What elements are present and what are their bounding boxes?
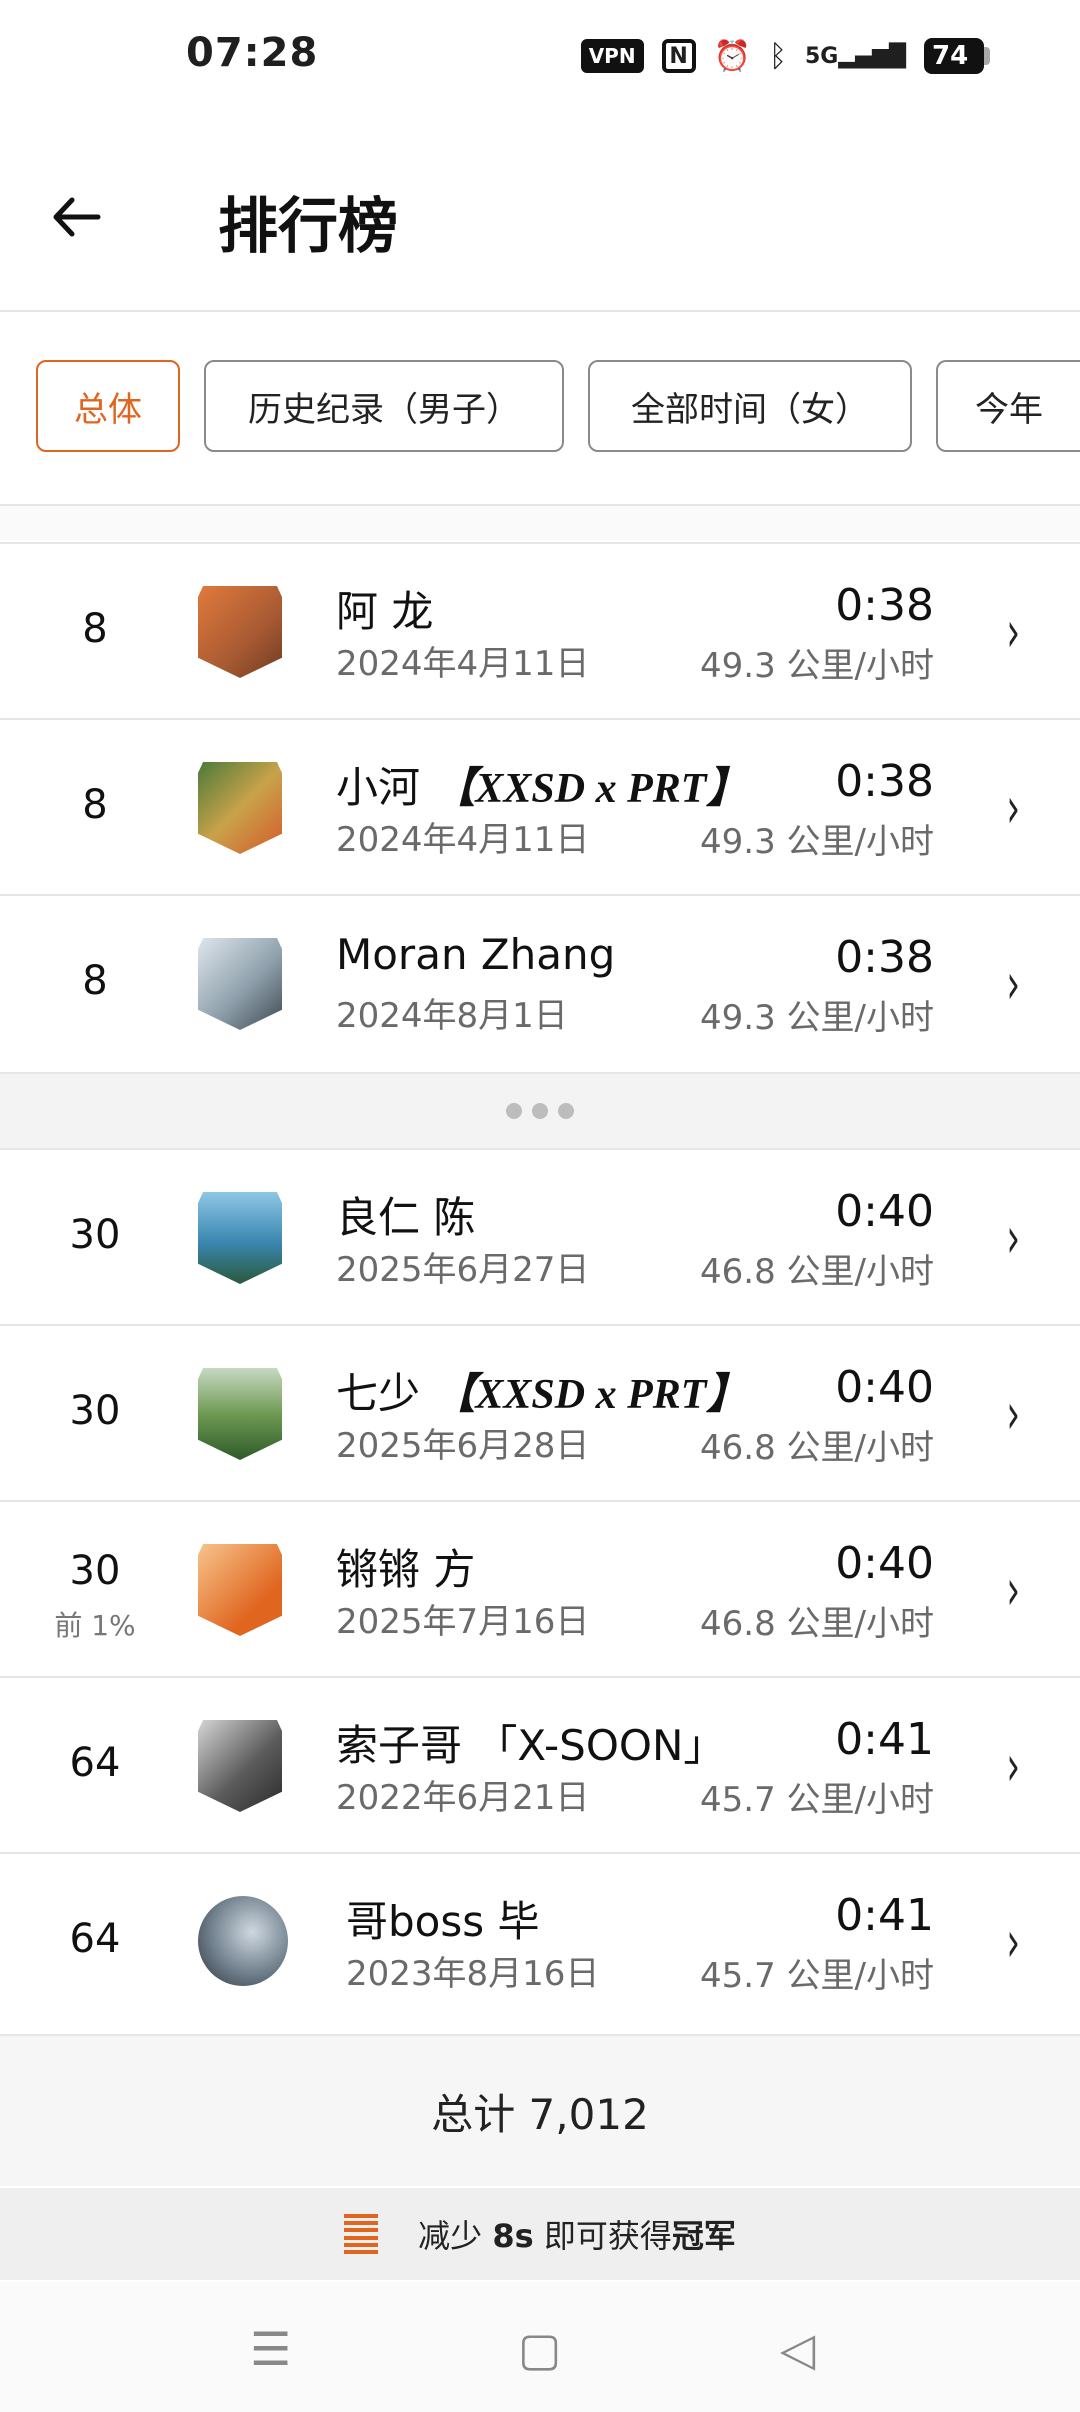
leaderboard-row[interactable]: 30 前 1% 锵锵 方 2025年7月16日 0:40 46.8 公里/小时 … [0,1500,1080,1678]
network-type: 5G [804,43,839,69]
avatar [198,762,282,854]
effort-speed: 45.7 公里/小时 [700,1780,934,1820]
effort-speed: 49.3 公里/小时 [700,998,934,1038]
rank: 64 [69,1740,121,1786]
chevron-right-icon: › [1006,776,1020,841]
effort-speed: 46.8 公里/小时 [700,1252,934,1292]
avatar [198,1544,282,1636]
bluetooth-icon: ᛒ [768,38,787,74]
list-icon [344,2214,379,2254]
club-tag: 【XXSD x PRT】 [433,1372,749,1418]
chevron-right-icon: › [1006,600,1020,665]
athlete-name: 七少 【XXSD x PRT】 [336,1369,749,1418]
avatar [198,1368,282,1460]
leaderboard-row[interactable]: 64 索子哥 「X-SOON」 2022年6月21日 0:41 45.7 公里/… [0,1676,1080,1854]
effort-date: 2024年4月11日 [336,644,590,684]
chevron-right-icon: › [1006,1206,1020,1271]
filter-chip-overall[interactable]: 总体 [36,360,180,452]
spacer [0,506,1080,540]
filter-chip-alltime-men[interactable]: 历史纪录（男子） [204,360,564,452]
effort-time: 0:40 [835,1538,934,1589]
rank: 30 [69,1388,121,1434]
effort-speed: 46.8 公里/小时 [700,1428,934,1468]
goal-text: 减少 8s 即可获得冠军 [418,2217,736,2255]
effort-speed: 46.8 公里/小时 [700,1604,934,1644]
effort-date: 2024年4月11日 [336,820,590,860]
leaderboard-row[interactable]: 8 阿 龙 2024年4月11日 0:38 49.3 公里/小时 › [0,542,1080,720]
filter-bar: 总体 历史纪录（男子） 全部时间（女） 今年 [0,312,1080,506]
chevron-right-icon: › [1006,1382,1020,1447]
chevron-right-icon: › [1006,1734,1020,1799]
avatar [198,586,282,678]
effort-date: 2025年6月28日 [336,1426,590,1466]
effort-date: 2024年8月1日 [336,996,568,1036]
filter-chip-alltime-women[interactable]: 全部时间（女） [588,360,912,452]
rank: 8 [82,958,108,1004]
effort-date: 2022年6月21日 [336,1778,590,1818]
avatar [198,1192,282,1284]
more-separator [0,1072,1080,1148]
rank: 30 [69,1548,121,1594]
athlete-name: 哥boss 毕 [346,1897,540,1946]
battery-level: 74 [924,38,984,74]
effort-speed: 49.3 公里/小时 [700,822,934,862]
signal-icon: 5G▂▄▆█ [804,43,906,69]
club-tag: 【XXSD x PRT】 [433,766,749,812]
athlete-name: 小河 【XXSD x PRT】 [336,763,749,812]
leaderboard-row[interactable]: 30 良仁 陈 2025年6月27日 0:40 46.8 公里/小时 › [0,1148,1080,1326]
effort-time: 0:38 [835,932,934,983]
athlete-name: Moran Zhang [336,930,616,979]
leaderboard-row[interactable]: 8 Moran Zhang 2024年8月1日 0:38 49.3 公里/小时 … [0,894,1080,1072]
status-bar: 07:28 VPN N ⏰ ᛒ 5G▂▄▆█ 74 [0,0,1080,120]
effort-time: 0:41 [835,1714,934,1765]
effort-speed: 45.7 公里/小时 [700,1956,934,1996]
effort-date: 2023年8月16日 [346,1954,600,1994]
avatar [198,1720,282,1812]
total-count: 总计 7,012 [0,2034,1080,2186]
goal-banner[interactable]: 减少 8s 即可获得冠军 [0,2188,1080,2280]
rank: 64 [69,1916,121,1962]
rank: 30 [69,1212,121,1258]
effort-time: 0:38 [835,580,934,631]
chevron-right-icon: › [1006,1558,1020,1623]
filter-chip-this-year[interactable]: 今年 [936,360,1080,452]
back-triangle-icon[interactable]: ◁ [780,2322,815,2376]
athlete-name: 索子哥 「X-SOON」 [336,1721,726,1770]
avatar [198,1896,288,1986]
battery-icon: 74 [924,38,990,74]
athlete-name: 阿 龙 [336,587,434,636]
effort-time: 0:38 [835,756,934,807]
effort-time: 0:40 [835,1362,934,1413]
chevron-right-icon: › [1006,952,1020,1017]
athlete-name: 良仁 陈 [336,1193,476,1242]
effort-speed: 49.3 公里/小时 [700,646,934,686]
leaderboard-row[interactable]: 30 七少 【XXSD x PRT】 2025年6月28日 0:40 46.8 … [0,1324,1080,1502]
nfc-icon: N [661,39,696,73]
vpn-icon: VPN [580,39,644,73]
rank: 8 [82,782,108,828]
effort-date: 2025年6月27日 [336,1250,590,1290]
menu-icon[interactable]: ☰ [250,2322,291,2376]
effort-date: 2025年7月16日 [336,1602,590,1642]
chevron-right-icon: › [1006,1910,1020,1975]
system-nav-bar: ☰ ▢ ◁ [0,2282,1080,2412]
leaderboard-row[interactable]: 8 小河 【XXSD x PRT】 2024年4月11日 0:38 49.3 公… [0,718,1080,896]
athlete-name: 锵锵 方 [336,1545,476,1594]
status-time: 07:28 [186,30,319,76]
home-square-icon[interactable]: ▢ [518,2322,561,2376]
percentile-label: 前 1% [54,1609,136,1642]
avatar [198,938,282,1030]
effort-time: 0:40 [835,1186,934,1237]
arrow-left-icon[interactable] [48,190,118,260]
app-header: 排行榜 [0,130,1080,312]
page-title: 排行榜 [218,192,398,262]
status-icons: VPN N ⏰ ᛒ 5G▂▄▆█ 74 [580,38,990,74]
rank: 8 [82,606,108,652]
leaderboard-row[interactable]: 64 哥boss 毕 2023年8月16日 0:41 45.7 公里/小时 › [0,1852,1080,2036]
alarm-icon: ⏰ [713,38,751,74]
effort-time: 0:41 [835,1890,934,1941]
